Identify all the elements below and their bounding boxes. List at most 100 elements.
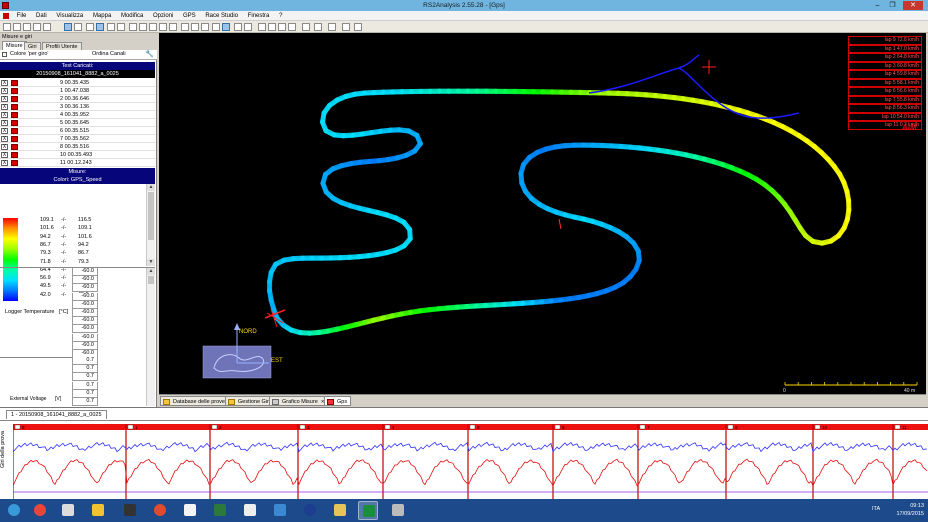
save-icon[interactable] — [23, 23, 31, 31]
graph-test-tab[interactable]: 1 - 20150908_161041_8882_a_0025 — [6, 410, 107, 419]
lap-row[interactable]: X 6 00.35.515 — [0, 127, 155, 135]
scale-scrollbar[interactable]: ▲ ▼ — [146, 184, 155, 266]
lap-graph[interactable]: 9 1 2 3 4 5 6 7 8 10 11 — [13, 424, 928, 500]
app-icon-2[interactable] — [120, 501, 140, 520]
tab-giri[interactable]: Giri — [24, 42, 41, 50]
channels-scrollbar[interactable]: ▲ — [146, 268, 155, 406]
lap-row[interactable]: X 2 00.36.646 — [0, 95, 155, 103]
link-icon[interactable] — [201, 23, 209, 31]
lap-color-swatch[interactable] — [11, 136, 18, 142]
lap-remove-button[interactable]: X — [1, 88, 8, 94]
scroll-thumb[interactable] — [148, 192, 154, 240]
lap-row[interactable]: X 4 00.35.952 — [0, 111, 155, 119]
tab-database-prove[interactable]: Database delle prove — [160, 396, 229, 406]
search-icon[interactable] — [328, 23, 336, 31]
split-icon[interactable] — [268, 23, 276, 31]
lap-remove-button[interactable]: X — [1, 80, 8, 86]
maximize-button[interactable]: ❐ — [886, 1, 899, 10]
explorer-icon[interactable] — [88, 501, 108, 520]
app-icon-8[interactable] — [300, 501, 320, 520]
lap-remove-button[interactable]: X — [1, 104, 8, 110]
menu-finestra[interactable]: Finestra — [244, 11, 274, 21]
scroll-up-arrow[interactable]: ▲ — [147, 184, 155, 191]
tab-gps[interactable]: Gps — [324, 396, 352, 406]
app-icon-7[interactable] — [270, 501, 290, 520]
lap-row[interactable]: X 7 00.35.562 — [0, 135, 155, 143]
gps-icon[interactable] — [96, 23, 104, 31]
math-channel-icon[interactable] — [181, 23, 189, 31]
edit-icon[interactable] — [159, 23, 167, 31]
scroll-down-arrow[interactable]: ▼ — [147, 259, 155, 266]
lap-next-icon[interactable] — [244, 23, 252, 31]
lap-color-swatch[interactable] — [11, 88, 18, 94]
tab-gestione-giri[interactable]: Gestione Giri — [225, 396, 275, 406]
app-icon-4[interactable] — [180, 501, 200, 520]
close-button[interactable]: ✕ — [903, 1, 923, 10]
sector-icon[interactable] — [258, 23, 266, 31]
minimize-button[interactable]: – — [871, 1, 884, 10]
lap-marker[interactable]: 1 — [125, 424, 138, 500]
mini-map[interactable] — [202, 323, 272, 379]
lap-row[interactable]: X 1 00.47.038 — [0, 87, 155, 95]
lap-remove-button[interactable]: X — [1, 152, 8, 158]
lap-marker[interactable]: 10 — [812, 424, 828, 500]
menu-opzioni[interactable]: Opzioni — [149, 11, 177, 21]
lap-marker[interactable]: 7 — [637, 424, 650, 500]
menu-dati[interactable]: Dati — [32, 11, 51, 21]
rs2analysis-taskbar-icon[interactable] — [358, 501, 378, 520]
menu-help[interactable]: ? — [275, 11, 286, 21]
lap-color-swatch[interactable] — [11, 152, 18, 158]
lap-remove-button[interactable]: X — [1, 120, 8, 126]
lap-row[interactable]: X 11 00.12.243 — [0, 159, 155, 167]
lap-marker[interactable]: 8 — [725, 424, 738, 500]
lap-color-swatch[interactable] — [11, 120, 18, 126]
lap-color-swatch[interactable] — [11, 160, 18, 166]
lap-row[interactable]: X 9 00.35.435 — [0, 79, 155, 87]
open-file-icon[interactable] — [3, 23, 11, 31]
measure-icon[interactable] — [86, 23, 94, 31]
app-icon-5[interactable] — [210, 501, 230, 520]
lap-color-swatch[interactable] — [11, 128, 18, 134]
chart-icon[interactable] — [74, 23, 82, 31]
menu-visualizza[interactable]: Visualizza — [52, 11, 87, 21]
menu-gps[interactable]: GPS — [179, 11, 200, 21]
wrench-icon[interactable]: 🔧 — [145, 50, 154, 58]
print-icon[interactable] — [33, 23, 41, 31]
arrows-icon[interactable] — [302, 23, 310, 31]
tab-profili-utente[interactable]: Profili Utente — [42, 42, 82, 50]
histogram-icon[interactable] — [139, 23, 147, 31]
cursor-icon[interactable] — [64, 23, 72, 31]
lap-remove-button[interactable]: X — [1, 160, 8, 166]
color-per-lap-checkbox[interactable] — [2, 52, 7, 57]
lap-marker[interactable]: 4 — [382, 424, 395, 500]
menu-file[interactable]: File — [13, 11, 31, 21]
app-icon-9[interactable] — [330, 501, 350, 520]
menu-modifica[interactable]: Modifica — [117, 11, 147, 21]
grid-view-icon[interactable] — [342, 23, 350, 31]
lap-color-swatch[interactable] — [11, 144, 18, 150]
lap-remove-button[interactable]: X — [1, 136, 8, 142]
document-icon[interactable] — [3, 13, 9, 19]
app-icon-1[interactable] — [58, 501, 78, 520]
lap-marker[interactable]: 5 — [467, 424, 480, 500]
start-button[interactable] — [4, 501, 24, 520]
table-icon[interactable] — [107, 23, 115, 31]
tag-icon[interactable] — [191, 23, 199, 31]
track-icon[interactable] — [169, 23, 177, 31]
app-icon-10[interactable] — [388, 501, 408, 520]
app-icon-3[interactable] — [150, 501, 170, 520]
layout-icon[interactable] — [354, 23, 362, 31]
grid-icon[interactable] — [117, 23, 125, 31]
system-clock[interactable]: 09:13 17/09/2015 — [896, 502, 924, 518]
zoom-icon[interactable] — [43, 23, 51, 31]
menu-race-studio[interactable]: Race Studio — [201, 11, 242, 21]
refresh-icon[interactable] — [222, 23, 230, 31]
lap-remove-button[interactable]: X — [1, 112, 8, 118]
lap-marker[interactable]: 6 — [552, 424, 565, 500]
lap-marker[interactable]: 3 — [297, 424, 310, 500]
report-icon[interactable] — [129, 23, 137, 31]
marker-icon[interactable] — [278, 23, 286, 31]
lap-remove-button[interactable]: X — [1, 128, 8, 134]
chrome-icon[interactable] — [30, 501, 50, 520]
lap-prev-icon[interactable] — [234, 23, 242, 31]
